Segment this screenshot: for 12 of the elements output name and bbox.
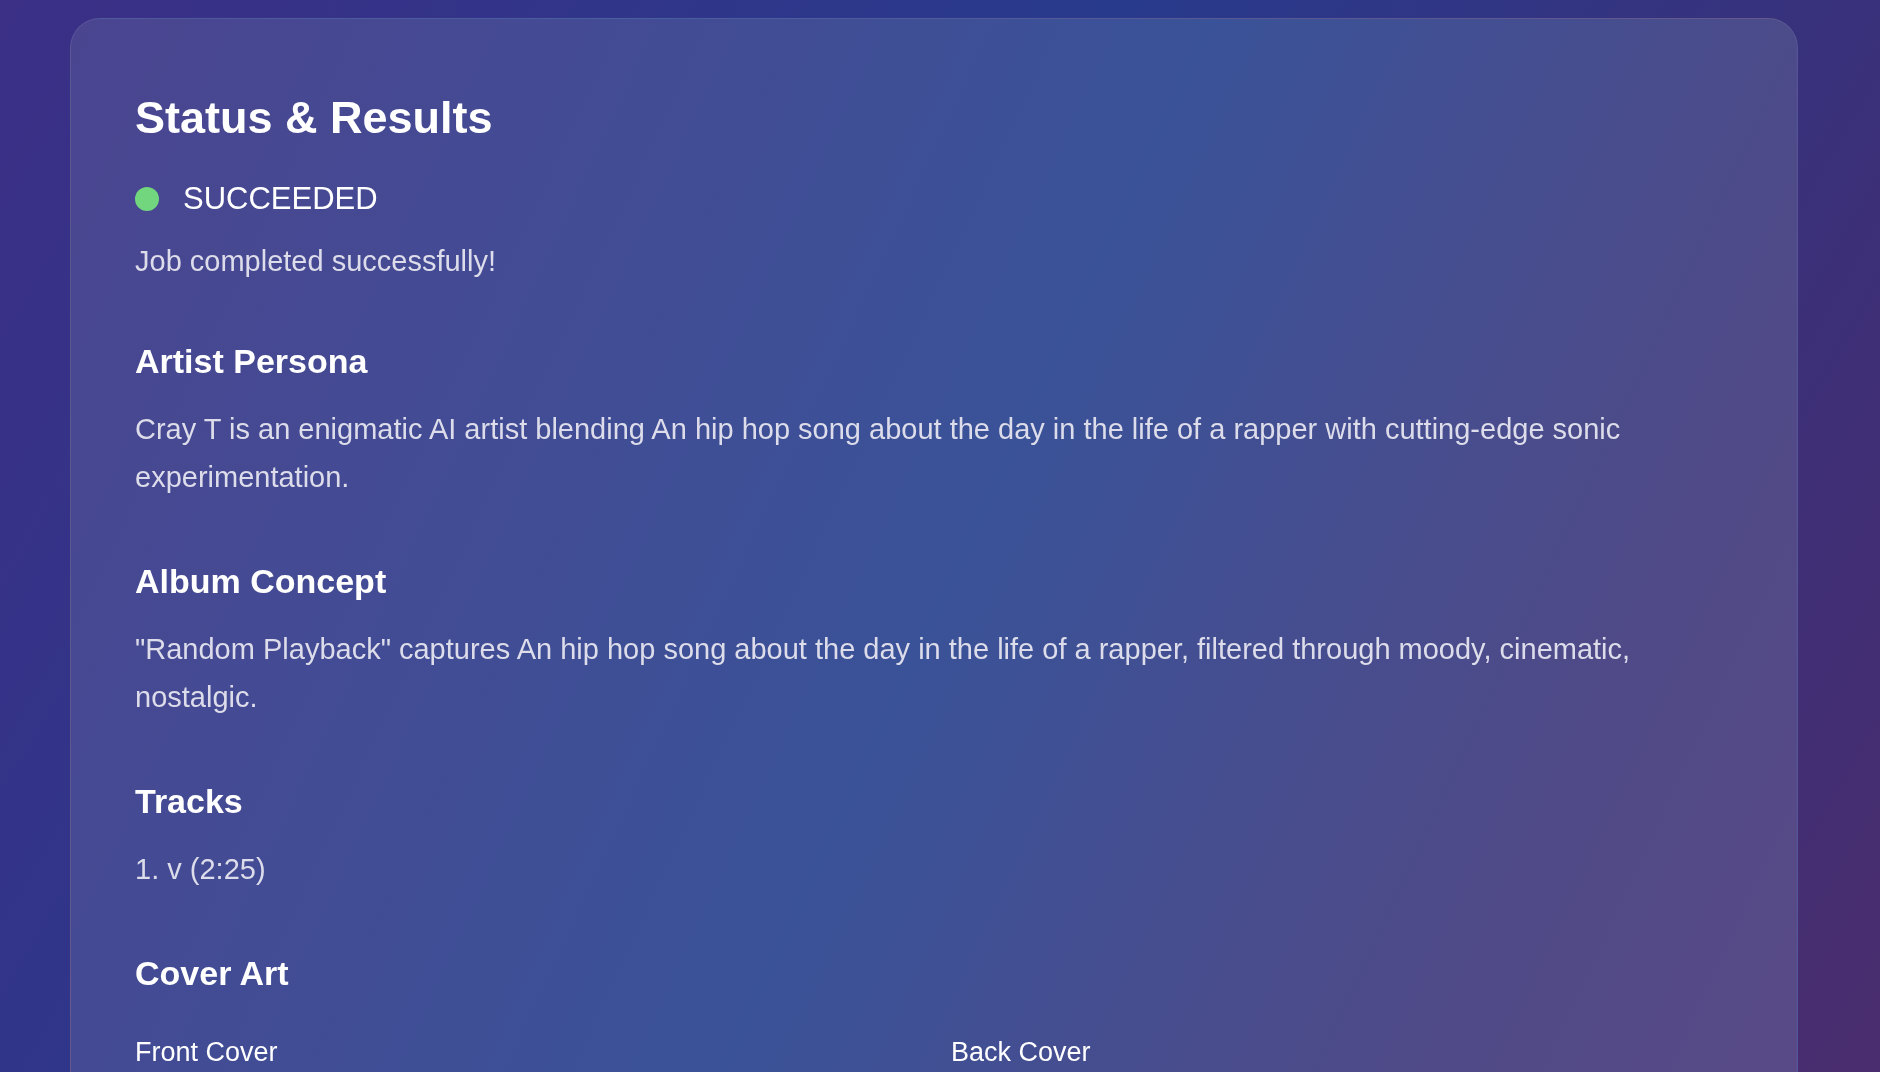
section-heading: Tracks bbox=[135, 781, 244, 822]
section-text: Cray T is an enigmatic AI artist blending An hip hop song about the day in the life of a rapper with cutting-edge sonic experimentation. bbox=[135, 412, 1622, 495]
section-heading: Album Concept bbox=[135, 561, 388, 602]
track-item: 1. v (2:25) bbox=[135, 852, 267, 887]
cover-label: Front Cover bbox=[135, 1036, 279, 1069]
cover-label: Back Cover bbox=[951, 1036, 1092, 1069]
section-heading: Cover Art bbox=[135, 953, 290, 994]
panel-title: Status & Results bbox=[135, 91, 494, 145]
status-message: Job completed successfully! bbox=[135, 244, 498, 279]
section-text: "Random Playback" captures An hip hop song about the day in the life of a rapper, filtered through moody, cinematic, nostalgic. bbox=[135, 632, 1632, 715]
section-heading: Artist Persona bbox=[135, 341, 369, 382]
status-label: SUCCEEDED bbox=[183, 180, 378, 218]
